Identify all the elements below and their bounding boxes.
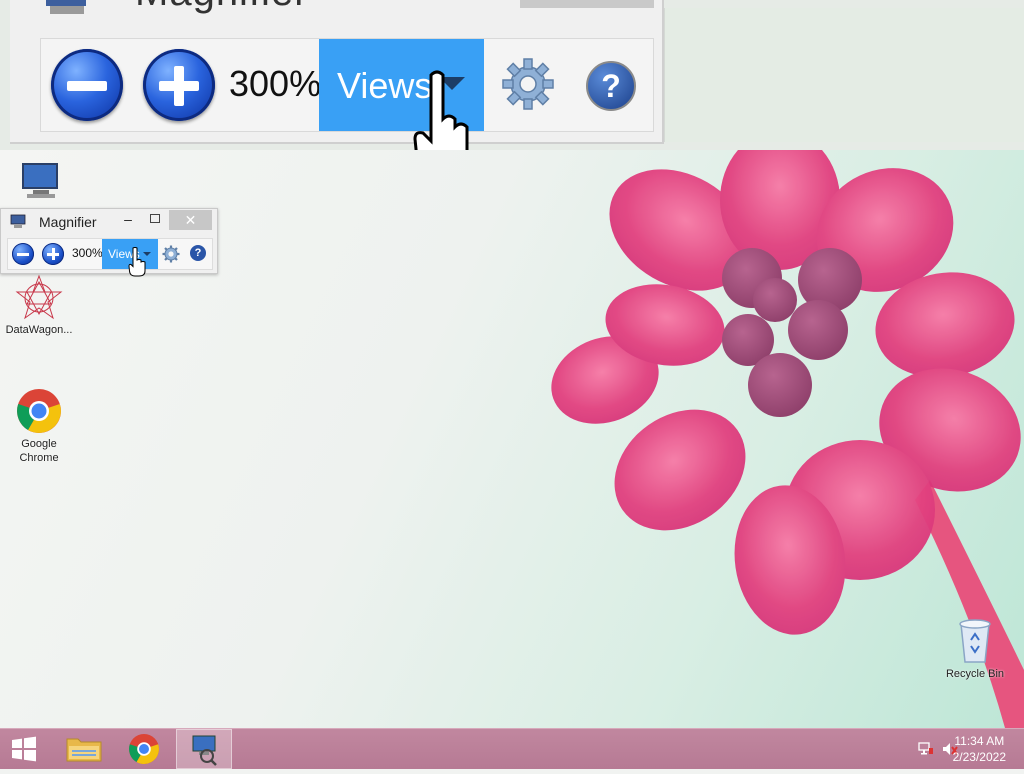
lens-help-icon[interactable]: ? (586, 61, 636, 111)
minus-icon (17, 253, 29, 256)
recycle-bin-icon[interactable]: Recycle Bin (938, 616, 1012, 681)
lens-empty-area (664, 8, 1024, 142)
window-title: Magnifier (39, 214, 97, 230)
datawagon-label: DataWagon... (5, 324, 73, 336)
magnifier-app-icon (192, 735, 217, 766)
magnifier-window: Magnifier – ✕ 300% Views ? (0, 208, 218, 277)
datawagon-icon[interactable]: DataWagon... (0, 274, 78, 337)
lens-zoom-out-button[interactable] (51, 49, 123, 121)
recycle-bin-label: Recycle Bin (945, 668, 1005, 680)
lens-gear-icon[interactable] (501, 57, 555, 111)
zoom-out-button[interactable] (12, 243, 34, 265)
chrome-icon[interactable]: Google Chrome (8, 388, 70, 465)
magnifier-lens-view: Magnifier 300% Views (0, 0, 1024, 152)
help-icon[interactable]: ? (190, 245, 206, 261)
magnifier-app-icon (10, 214, 26, 228)
lens-magnifier-app-icon (46, 0, 86, 14)
clock-date: 2/23/2022 (952, 750, 1006, 764)
lens-zoom-level: 300% (229, 63, 322, 104)
chrome-logo-icon (129, 734, 159, 764)
chrome-logo-icon (17, 389, 61, 433)
lens-zoom-in-button[interactable] (143, 49, 215, 121)
monitor-icon (22, 163, 58, 198)
magnifier-toolbar: 300% Views ? (7, 238, 213, 277)
taskbar-magnifier[interactable] (176, 729, 232, 769)
lens-toolbar: 300% Views ? (40, 38, 654, 150)
datawagon-logo-icon (15, 274, 63, 320)
taskbar-clock[interactable]: 11:34 AM 2/23/2022 (953, 733, 1006, 765)
taskbar: 11:34 AM 2/23/2022 (0, 728, 1024, 769)
lens-title-controls (520, 0, 654, 8)
lens-window-title: Magnifier (135, 0, 309, 15)
zoom-level: 300% (72, 246, 103, 260)
chrome-label: Google Chrome (19, 438, 59, 464)
start-button[interactable] (0, 729, 48, 769)
minus-icon (67, 81, 107, 91)
taskbar-google-chrome[interactable] (116, 729, 172, 769)
taskbar-file-explorer[interactable] (56, 729, 112, 769)
close-button[interactable]: ✕ (169, 210, 212, 230)
minimize-button[interactable]: – (119, 211, 137, 229)
computer-icon[interactable] (12, 162, 68, 212)
lens-magnifier-window: Magnifier 300% Views (10, 0, 664, 150)
folder-icon (66, 738, 102, 762)
network-icon[interactable] (918, 742, 934, 756)
hand-cursor-icon (413, 70, 469, 150)
system-tray: 11:34 AM 2/23/2022 (884, 729, 1024, 769)
zoom-in-button[interactable] (42, 243, 64, 265)
clock-time: 11:34 AM (954, 734, 1005, 748)
maximize-button[interactable] (146, 211, 164, 229)
windows-logo-icon (12, 736, 36, 762)
gear-icon[interactable] (162, 245, 180, 263)
hand-cursor-icon (128, 247, 146, 277)
trash-icon (959, 619, 991, 663)
